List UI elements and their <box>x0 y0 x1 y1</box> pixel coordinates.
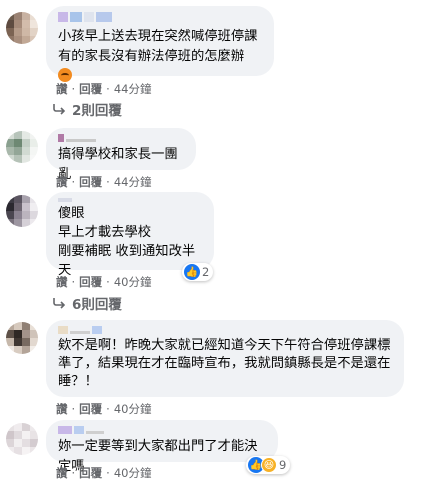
comment-actions: 讚 · 回覆 · 44分鐘 <box>56 81 152 97</box>
reply-arrow-icon <box>53 298 66 309</box>
like-button[interactable]: 讚 <box>56 174 68 190</box>
like-button[interactable]: 讚 <box>56 81 68 97</box>
comment-timestamp[interactable]: 44分鐘 <box>114 81 152 97</box>
comment-timestamp[interactable]: 44分鐘 <box>114 174 152 190</box>
reply-button[interactable]: 回覆 <box>79 274 102 290</box>
like-button[interactable]: 讚 <box>56 465 68 481</box>
comment-bubble: 妳一定要等到大家都出門了才能決定嗎 <box>46 420 278 474</box>
like-button[interactable]: 讚 <box>56 401 68 417</box>
comment-timestamp[interactable]: 40分鐘 <box>114 401 152 417</box>
commenter-name[interactable] <box>58 134 184 142</box>
comment-timestamp[interactable]: 40分鐘 <box>114 274 152 290</box>
avatar[interactable] <box>6 131 38 163</box>
reply-button[interactable]: 回覆 <box>79 174 102 190</box>
haha-icon: 😆 <box>261 457 277 473</box>
comment-bubble: 欸不是啊！昨晚大家就已經知道今天下午符合停班停課標 準了，結果現在才在臨時宣布，… <box>46 320 404 397</box>
comment-actions: 讚 · 回覆 · 40分鐘 <box>56 465 152 481</box>
reaction-count: 2 <box>202 265 210 279</box>
reaction-summary[interactable]: 👍 😆 9 <box>246 456 291 474</box>
comment-actions: 讚 · 回覆 · 40分鐘 <box>56 274 152 290</box>
commenter-name[interactable] <box>58 326 392 334</box>
reply-button[interactable]: 回覆 <box>79 465 102 481</box>
avatar[interactable] <box>6 195 38 227</box>
like-icon: 👍 <box>184 264 200 280</box>
reaction-summary[interactable]: 👍 2 <box>182 263 214 281</box>
partial-top-meta <box>48 0 168 2</box>
view-replies-link[interactable]: 2則回覆 <box>52 99 122 119</box>
comment-bubble: 小孩早上送去現在突然喊停班停課 有的家長沒有辦法停班的怎麼辦 <box>46 6 274 82</box>
comment-text: 小孩早上送去現在突然喊停班停課 有的家長沒有辦法停班的怎麼辦 <box>58 27 262 87</box>
comment-text: 欸不是啊！昨晚大家就已經知道今天下午符合停班停課標 準了，結果現在才在臨時宣布，… <box>58 338 391 389</box>
comment-actions: 讚 · 回覆 · 40分鐘 <box>56 401 152 417</box>
reply-arrow-icon <box>53 104 66 115</box>
reaction-count: 9 <box>279 458 287 472</box>
avatar[interactable] <box>6 12 38 44</box>
comment-text: 傻眼 早上才載去學校 剛要補眠 收到通知改半天 <box>58 206 196 278</box>
comment-bubble: 傻眼 早上才載去學校 剛要補眠 收到通知改半天 <box>46 192 214 278</box>
angry-face-icon <box>58 68 72 82</box>
comment-bubble: 搞得學校和家長一團亂 <box>46 128 196 182</box>
avatar[interactable] <box>6 322 38 354</box>
commenter-name[interactable] <box>58 426 266 434</box>
commenter-name[interactable] <box>58 12 262 24</box>
comment-timestamp[interactable]: 40分鐘 <box>114 465 152 481</box>
avatar[interactable] <box>6 423 38 455</box>
comment-actions: 讚 · 回覆 · 44分鐘 <box>56 174 152 190</box>
reply-button[interactable]: 回覆 <box>79 401 102 417</box>
like-button[interactable]: 讚 <box>56 274 68 290</box>
reply-button[interactable]: 回覆 <box>79 81 102 97</box>
view-replies-link[interactable]: 6則回覆 <box>52 293 122 313</box>
